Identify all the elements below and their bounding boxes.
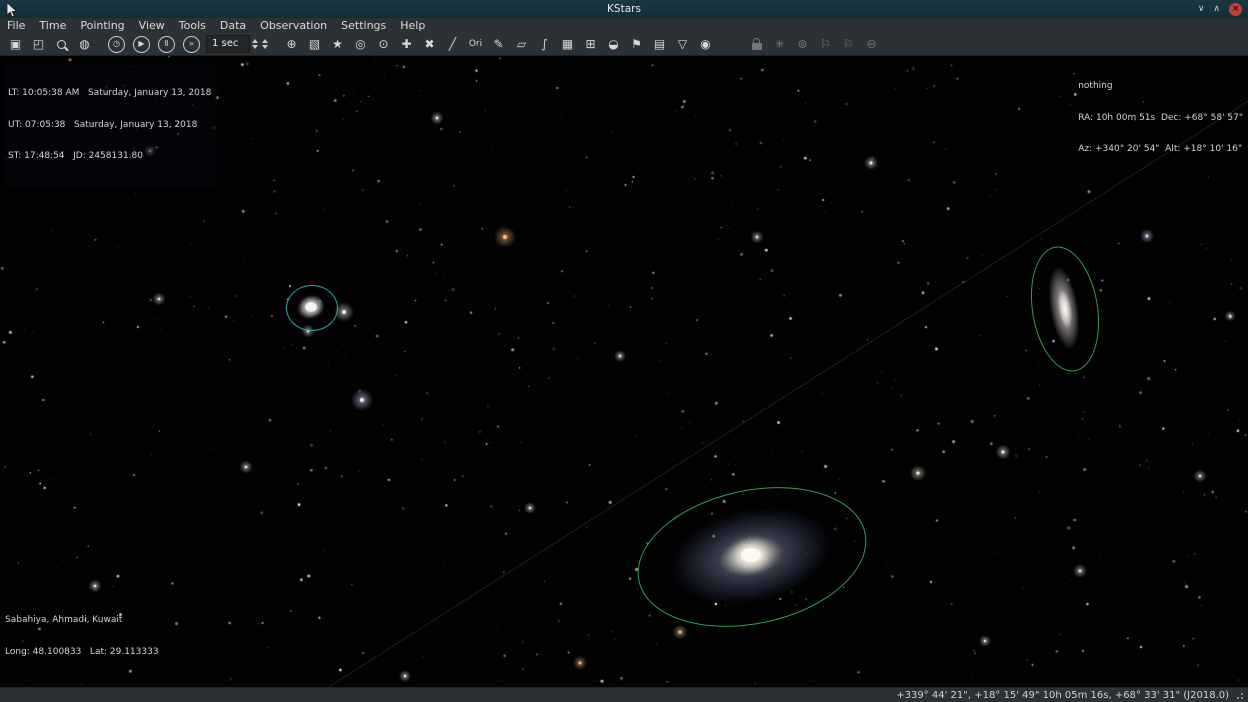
- menu-view[interactable]: View: [132, 18, 172, 33]
- menu-file[interactable]: File: [0, 18, 32, 33]
- location-coords-label: Long: 48.100833 Lat: 29.113333: [5, 647, 159, 658]
- supernovae-toggle-icon[interactable]: ✚: [395, 33, 418, 55]
- time-info-overlay: LT: 10:05:38 AM Saturday, January 13, 20…: [4, 65, 217, 186]
- horizontal-grid-toggle-icon[interactable]: ⊞: [579, 33, 602, 55]
- lock-position-icon[interactable]: [745, 33, 768, 55]
- constellation-lines-toggle-icon[interactable]: ╱: [441, 33, 464, 55]
- indi-control-icon[interactable]: ✳: [768, 33, 791, 55]
- location-overlay: Sabahiya, Ahmadi, Kuwait Long: 48.100833…: [5, 594, 159, 678]
- magnifier-icon: [57, 40, 66, 49]
- flag-b-icon[interactable]: ⚐: [837, 33, 860, 55]
- window-title: KStars: [0, 0, 1248, 18]
- galaxy-marker-selected[interactable]: [286, 285, 338, 331]
- flags-toggle-icon[interactable]: ⚑: [625, 33, 648, 55]
- menu-observation[interactable]: Observation: [253, 18, 334, 33]
- titlebar[interactable]: KStars ∨ ∧ ×: [0, 0, 1248, 18]
- maximize-button[interactable]: ∧: [1213, 0, 1220, 18]
- deep-sky-toggle-icon[interactable]: ◎: [349, 33, 372, 55]
- stars-toggle-icon[interactable]: ★: [326, 33, 349, 55]
- unit-down-icon[interactable]: [262, 45, 268, 49]
- lock-icon: [752, 43, 762, 50]
- zoom-fit-icon[interactable]: ▣: [4, 33, 27, 55]
- statusbar: +339° 44' 21", +18° 15' 49" 10h 05m 16s,…: [0, 687, 1248, 702]
- zoom-select-icon[interactable]: ◰: [27, 33, 50, 55]
- menu-data[interactable]: Data: [213, 18, 253, 33]
- timestep-value-stepper[interactable]: [250, 39, 260, 49]
- find-object-icon[interactable]: [50, 33, 73, 55]
- geography-icon[interactable]: ◍: [73, 33, 96, 55]
- satellites-toggle-icon[interactable]: ✖: [418, 33, 441, 55]
- mouse-cursor-icon: [6, 2, 18, 18]
- step-down-icon[interactable]: [252, 45, 258, 49]
- statusbar-coordinates: +339° 44' 21", +18° 15' 49" 10h 05m 16s,…: [896, 690, 1229, 701]
- horizon-toggle-icon[interactable]: ◒: [602, 33, 625, 55]
- menu-settings[interactable]: Settings: [334, 18, 393, 33]
- constellation-boundaries-toggle-icon[interactable]: ▱: [510, 33, 533, 55]
- timestep-spinbox[interactable]: 1 sec: [206, 35, 270, 53]
- observation-list-icon[interactable]: ▤: [648, 33, 671, 55]
- fov-symbol-icon[interactable]: ▽: [671, 33, 694, 55]
- constellation-art-toggle-icon[interactable]: ✎: [487, 33, 510, 55]
- remove-trail-icon[interactable]: ⊖: [860, 33, 883, 55]
- set-time-icon[interactable]: ◷: [108, 36, 125, 53]
- advance-step-icon[interactable]: »: [183, 36, 200, 53]
- pointer-info-overlay: nothing RA: 10h 00m 51s Dec: +68° 58' 57…: [1078, 60, 1243, 176]
- play-icon[interactable]: ▶: [133, 36, 150, 53]
- menu-pointing[interactable]: Pointing: [73, 18, 131, 33]
- minimize-button[interactable]: ∨: [1198, 0, 1205, 18]
- equatorial-grid-toggle-icon[interactable]: ▦: [556, 33, 579, 55]
- menubar: File Time Pointing View Tools Data Obser…: [0, 18, 1248, 33]
- constellation-names-toggle-icon[interactable]: Ori: [464, 33, 487, 55]
- timestep-value[interactable]: 1 sec: [206, 35, 250, 53]
- step-up-icon[interactable]: [252, 39, 258, 43]
- flag-a-icon[interactable]: ⚐: [814, 33, 837, 55]
- sidereal-time-label: ST: 17:48:54 JD: 2458131.80: [8, 151, 211, 162]
- menu-time[interactable]: Time: [32, 18, 73, 33]
- local-time-label: LT: 10:05:38 AM Saturday, January 13, 20…: [8, 88, 211, 99]
- telescope-target-icon[interactable]: ⊚: [791, 33, 814, 55]
- window-controls: ∨ ∧ ×: [1198, 0, 1242, 18]
- resize-grip[interactable]: [1235, 691, 1244, 700]
- whats-interesting-icon[interactable]: ◉: [694, 33, 717, 55]
- pointer-azalt-label: Az: +340° 20' 54" Alt: +18° 10' 16": [1078, 144, 1243, 155]
- close-button[interactable]: ×: [1229, 3, 1242, 16]
- pause-icon[interactable]: Ⅱ: [158, 36, 175, 53]
- universal-time-label: UT: 07:05:38 Saturday, January 13, 2018: [8, 120, 211, 131]
- unit-up-icon[interactable]: [262, 39, 268, 43]
- pointer-radec-label: RA: 10h 00m 51s Dec: +68° 58' 57": [1078, 113, 1243, 124]
- menu-help[interactable]: Help: [393, 18, 432, 33]
- sky-map[interactable]: LT: 10:05:38 AM Saturday, January 13, 20…: [0, 56, 1248, 687]
- milky-way-toggle-icon[interactable]: ∫: [533, 33, 556, 55]
- pointer-object-label: nothing: [1078, 81, 1243, 92]
- focus-object-icon[interactable]: ⊕: [280, 33, 303, 55]
- location-name-label: Sabahiya, Ahmadi, Kuwait: [5, 615, 159, 626]
- sky-image-icon[interactable]: ▧: [303, 33, 326, 55]
- solar-system-toggle-icon[interactable]: ⊙: [372, 33, 395, 55]
- timestep-unit-stepper[interactable]: [260, 39, 270, 49]
- menu-tools[interactable]: Tools: [172, 18, 213, 33]
- toolbar: ▣ ◰ ◍ ◷ ▶ Ⅱ » 1 sec ⊕ ▧ ★ ◎ ⊙ ✚ ✖ ╱ Ori …: [0, 33, 1248, 56]
